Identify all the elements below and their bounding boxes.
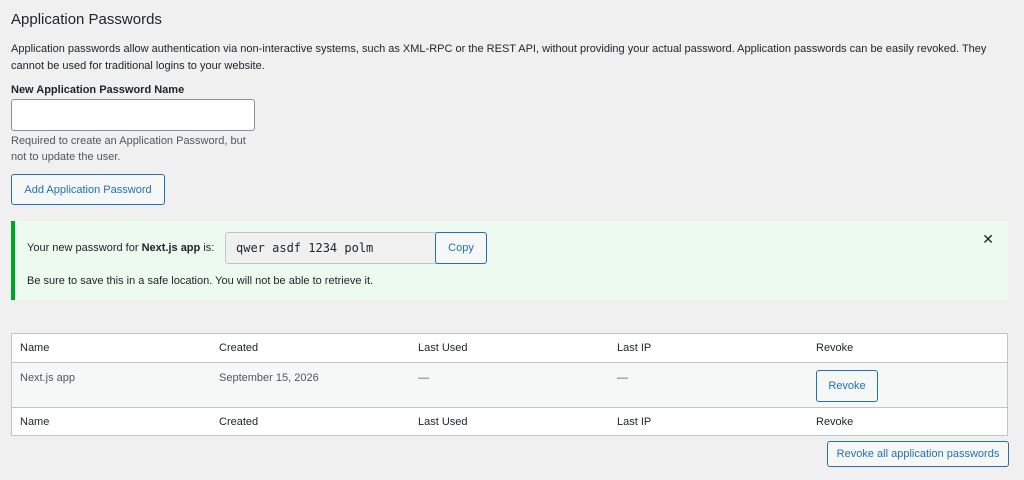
copy-password-button[interactable]: Copy: [435, 232, 487, 264]
row-last-used: —: [418, 372, 429, 384]
column-footer-last-ip: Last IP: [617, 416, 652, 428]
row-created: September 15, 2026: [219, 372, 319, 384]
dismiss-notice-icon[interactable]: ✕: [982, 231, 994, 248]
application-passwords-table: Name Created Last Used Last IP Revoke Ne…: [11, 333, 1008, 436]
notice-suffix: is:: [203, 242, 215, 254]
table-footer-row: Name Created Last Used Last IP Revoke: [12, 407, 1007, 436]
new-password-help-text: Required to create an Application Passwo…: [11, 135, 246, 163]
revoke-button[interactable]: Revoke: [816, 370, 878, 402]
column-header-last-used: Last Used: [418, 342, 468, 354]
new-password-name-label: New Application Password Name: [11, 84, 185, 96]
notice-app-name: Next.js app: [141, 242, 201, 254]
notice-prefix: Your new password for: [27, 242, 139, 254]
column-header-name: Name: [20, 342, 50, 354]
application-passwords-section: Application Passwords Application passwo…: [0, 0, 1024, 480]
table-row: Next.js app September 15, 2026 — — Revok…: [12, 363, 1007, 407]
column-header-last-ip: Last IP: [617, 342, 652, 354]
section-title: Application Passwords: [11, 11, 162, 28]
row-last-ip: —: [617, 372, 628, 384]
new-password-value-field[interactable]: qwer asdf 1234 polm: [225, 232, 460, 264]
new-password-notice: Your new password for Next.js app is: qw…: [11, 221, 1008, 300]
column-footer-last-used: Last Used: [418, 416, 468, 428]
add-application-password-button[interactable]: Add Application Password: [11, 174, 165, 205]
column-header-revoke: Revoke: [816, 342, 854, 354]
column-footer-revoke: Revoke: [816, 416, 854, 428]
table-header-row: Name Created Last Used Last IP Revoke: [12, 334, 1007, 363]
notice-warning: Be sure to save this in a safe location.…: [27, 275, 374, 287]
row-name: Next.js app: [20, 372, 76, 384]
new-password-name-input[interactable]: [11, 99, 255, 131]
revoke-all-button[interactable]: Revoke all application passwords: [827, 441, 1009, 467]
column-footer-name: Name: [20, 416, 50, 428]
new-password-message: Your new password for Next.js app is:: [27, 242, 214, 254]
section-description: Application passwords allow authenticati…: [11, 43, 987, 72]
column-footer-created: Created: [219, 416, 259, 428]
column-header-created: Created: [219, 342, 259, 354]
